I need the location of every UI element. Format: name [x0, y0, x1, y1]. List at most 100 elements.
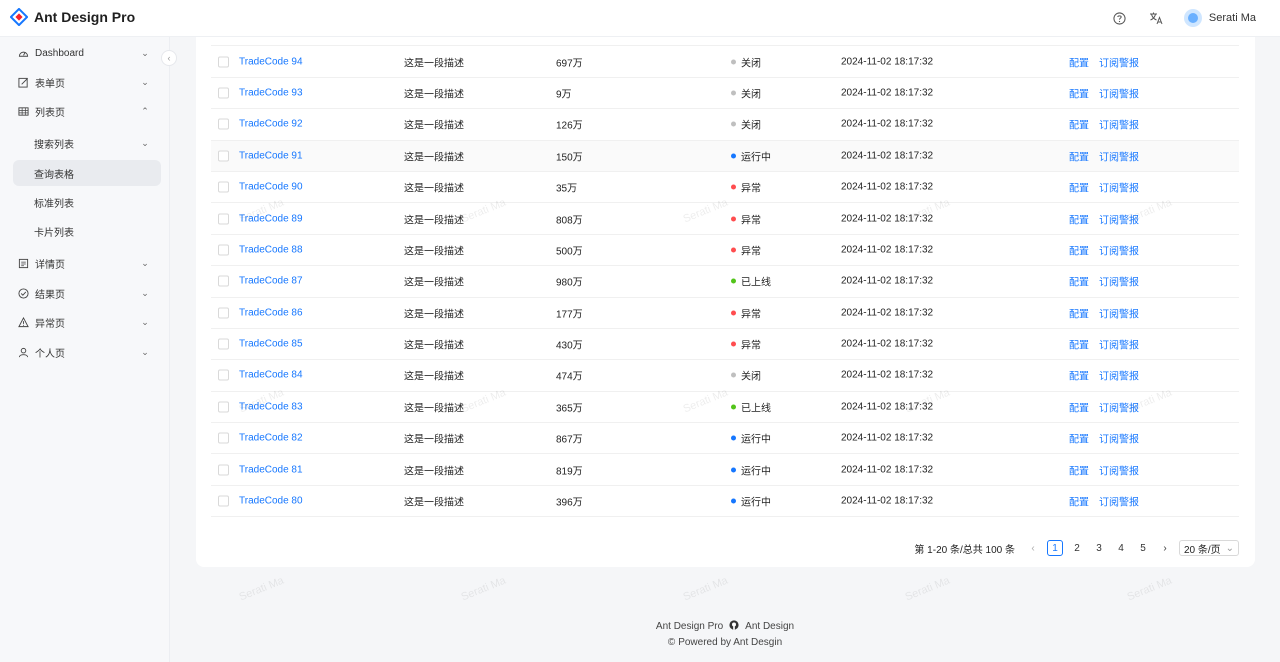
subscribe-alert-link[interactable]: 订阅警报	[1099, 462, 1139, 477]
status-badge: 异常	[731, 305, 761, 320]
subscribe-alert-link[interactable]: 订阅警报	[1099, 54, 1139, 69]
config-link[interactable]: 配置	[1069, 399, 1089, 414]
rule-name-link[interactable]: TradeCode 82	[239, 433, 303, 444]
sidebar-item-query-table[interactable]: 查询表格	[13, 160, 161, 186]
page-4[interactable]: 4	[1113, 540, 1129, 556]
page-2[interactable]: 2	[1069, 540, 1085, 556]
subscribe-alert-link[interactable]: 订阅警报	[1099, 305, 1139, 320]
config-link[interactable]: 配置	[1069, 337, 1089, 352]
subscribe-alert-link[interactable]: 订阅警报	[1099, 117, 1139, 132]
rule-name-link[interactable]: TradeCode 92	[239, 119, 303, 130]
subscribe-alert-link[interactable]: 订阅警报	[1099, 399, 1139, 414]
sidebar-item-exception[interactable]: 异常页 ⌄	[13, 309, 161, 335]
config-link[interactable]: 配置	[1069, 85, 1089, 100]
subscribe-alert-link[interactable]: 订阅警报	[1099, 242, 1139, 257]
rule-name-link[interactable]: TradeCode 88	[239, 244, 303, 255]
sidebar-item-account[interactable]: 个人页 ⌄	[13, 339, 161, 365]
status-dot	[731, 341, 736, 347]
row-checkbox[interactable]	[218, 401, 229, 413]
table-row: TradeCode 82 这是一段描述 867万 运行中 2024-11-02 18:1…	[211, 423, 1239, 455]
config-link[interactable]: 配置	[1069, 180, 1089, 195]
sidebar-item-list[interactable]: 列表页 ⌃	[13, 98, 161, 124]
config-link[interactable]: 配置	[1069, 368, 1089, 383]
subscribe-alert-link[interactable]: 订阅警报	[1099, 85, 1139, 100]
sidebar-item-dashboard[interactable]: Dashboard ⌄	[13, 40, 161, 66]
config-link[interactable]: 配置	[1069, 494, 1089, 509]
row-checkbox[interactable]	[218, 118, 229, 130]
rule-name-link[interactable]: TradeCode 87	[239, 276, 303, 287]
row-checkbox[interactable]	[218, 495, 229, 507]
rule-name-link[interactable]: TradeCode 83	[239, 401, 303, 412]
rule-name-link[interactable]: TradeCode 89	[239, 213, 303, 224]
table-row: TradeCode 93 这是一段描述 9万 关闭 2024-11-02 18:17:3…	[211, 78, 1239, 110]
rule-name-link[interactable]: TradeCode 91	[239, 150, 303, 161]
sidebar-item-result[interactable]: 结果页 ⌄	[13, 280, 161, 306]
github-icon[interactable]	[729, 619, 739, 633]
next-page-icon[interactable]: ›	[1157, 540, 1173, 556]
rule-name-link[interactable]: TradeCode 85	[239, 339, 303, 350]
rule-name-link[interactable]: TradeCode 81	[239, 464, 303, 475]
rule-name-link[interactable]: TradeCode 90	[239, 182, 303, 193]
sidebar-item-profile[interactable]: 详情页 ⌄	[13, 250, 161, 276]
config-link[interactable]: 配置	[1069, 305, 1089, 320]
status-badge: 异常	[731, 337, 761, 352]
row-checkbox[interactable]	[218, 181, 229, 193]
subscribe-alert-link[interactable]: 订阅警报	[1099, 274, 1139, 289]
user-menu[interactable]: Serati Ma	[1183, 9, 1256, 27]
status-badge: 运行中	[731, 494, 771, 509]
rule-name-link[interactable]: TradeCode 80	[239, 496, 303, 507]
page-size-select[interactable]: 20 条/页 ⌄	[1179, 540, 1239, 556]
config-link[interactable]: 配置	[1069, 462, 1089, 477]
row-checkbox[interactable]	[218, 432, 229, 444]
row-checkbox[interactable]	[218, 464, 229, 476]
warning-icon	[17, 316, 29, 328]
status-badge: 异常	[731, 180, 761, 195]
config-link[interactable]: 配置	[1069, 274, 1089, 289]
translate-icon[interactable]	[1148, 10, 1164, 26]
sidebar-collapse-button[interactable]: ‹	[161, 50, 177, 66]
row-checkbox[interactable]	[218, 338, 229, 350]
subscribe-alert-link[interactable]: 订阅警报	[1099, 337, 1139, 352]
scheduled-time: 2024-11-02 18:17:32	[841, 369, 934, 381]
row-checkbox[interactable]	[218, 150, 229, 162]
sidebar-item-standard-list[interactable]: 标准列表	[13, 189, 161, 215]
footer-link-ant-design[interactable]: Ant Design	[745, 621, 794, 632]
scheduled-time: 2024-11-02 18:17:32	[841, 213, 934, 225]
subscribe-alert-link[interactable]: 订阅警报	[1099, 148, 1139, 163]
sidebar-item-form[interactable]: 表单页 ⌄	[13, 69, 161, 95]
row-checkbox[interactable]	[218, 87, 229, 99]
config-link[interactable]: 配置	[1069, 242, 1089, 257]
question-circle-icon[interactable]	[1112, 10, 1128, 26]
config-link[interactable]: 配置	[1069, 431, 1089, 446]
call-count: 396万	[556, 497, 583, 509]
brand[interactable]: Ant Design Pro	[10, 8, 135, 26]
config-link[interactable]: 配置	[1069, 54, 1089, 69]
row-checkbox[interactable]	[218, 307, 229, 319]
page-5[interactable]: 5	[1135, 540, 1151, 556]
row-checkbox[interactable]	[218, 275, 229, 287]
config-link[interactable]: 配置	[1069, 117, 1089, 132]
subscribe-alert-link[interactable]: 订阅警报	[1099, 368, 1139, 383]
sidebar-item-card-list[interactable]: 卡片列表	[13, 218, 161, 244]
footer-link-ant-design-pro[interactable]: Ant Design Pro	[656, 621, 723, 632]
subscribe-alert-link[interactable]: 订阅警报	[1099, 180, 1139, 195]
row-checkbox[interactable]	[218, 213, 229, 225]
rule-name-link[interactable]: TradeCode 86	[239, 307, 303, 318]
rule-name-link[interactable]: TradeCode 94	[239, 56, 303, 67]
config-link[interactable]: 配置	[1069, 148, 1089, 163]
rule-name-link[interactable]: TradeCode 93	[239, 87, 303, 98]
subscribe-alert-link[interactable]: 订阅警报	[1099, 431, 1139, 446]
status-dot	[731, 59, 736, 65]
prev-page-icon[interactable]: ‹	[1025, 540, 1041, 556]
page-1[interactable]: 1	[1047, 540, 1063, 556]
row-checkbox[interactable]	[218, 369, 229, 381]
rule-description: 这是一段描述	[404, 120, 464, 132]
rule-name-link[interactable]: TradeCode 84	[239, 370, 303, 381]
page-3[interactable]: 3	[1091, 540, 1107, 556]
subscribe-alert-link[interactable]: 订阅警报	[1099, 211, 1139, 226]
subscribe-alert-link[interactable]: 订阅警报	[1099, 494, 1139, 509]
sidebar-item-search-list[interactable]: 搜索列表 ⌄	[13, 130, 161, 156]
config-link[interactable]: 配置	[1069, 211, 1089, 226]
row-checkbox[interactable]	[218, 56, 229, 68]
row-checkbox[interactable]	[218, 244, 229, 256]
